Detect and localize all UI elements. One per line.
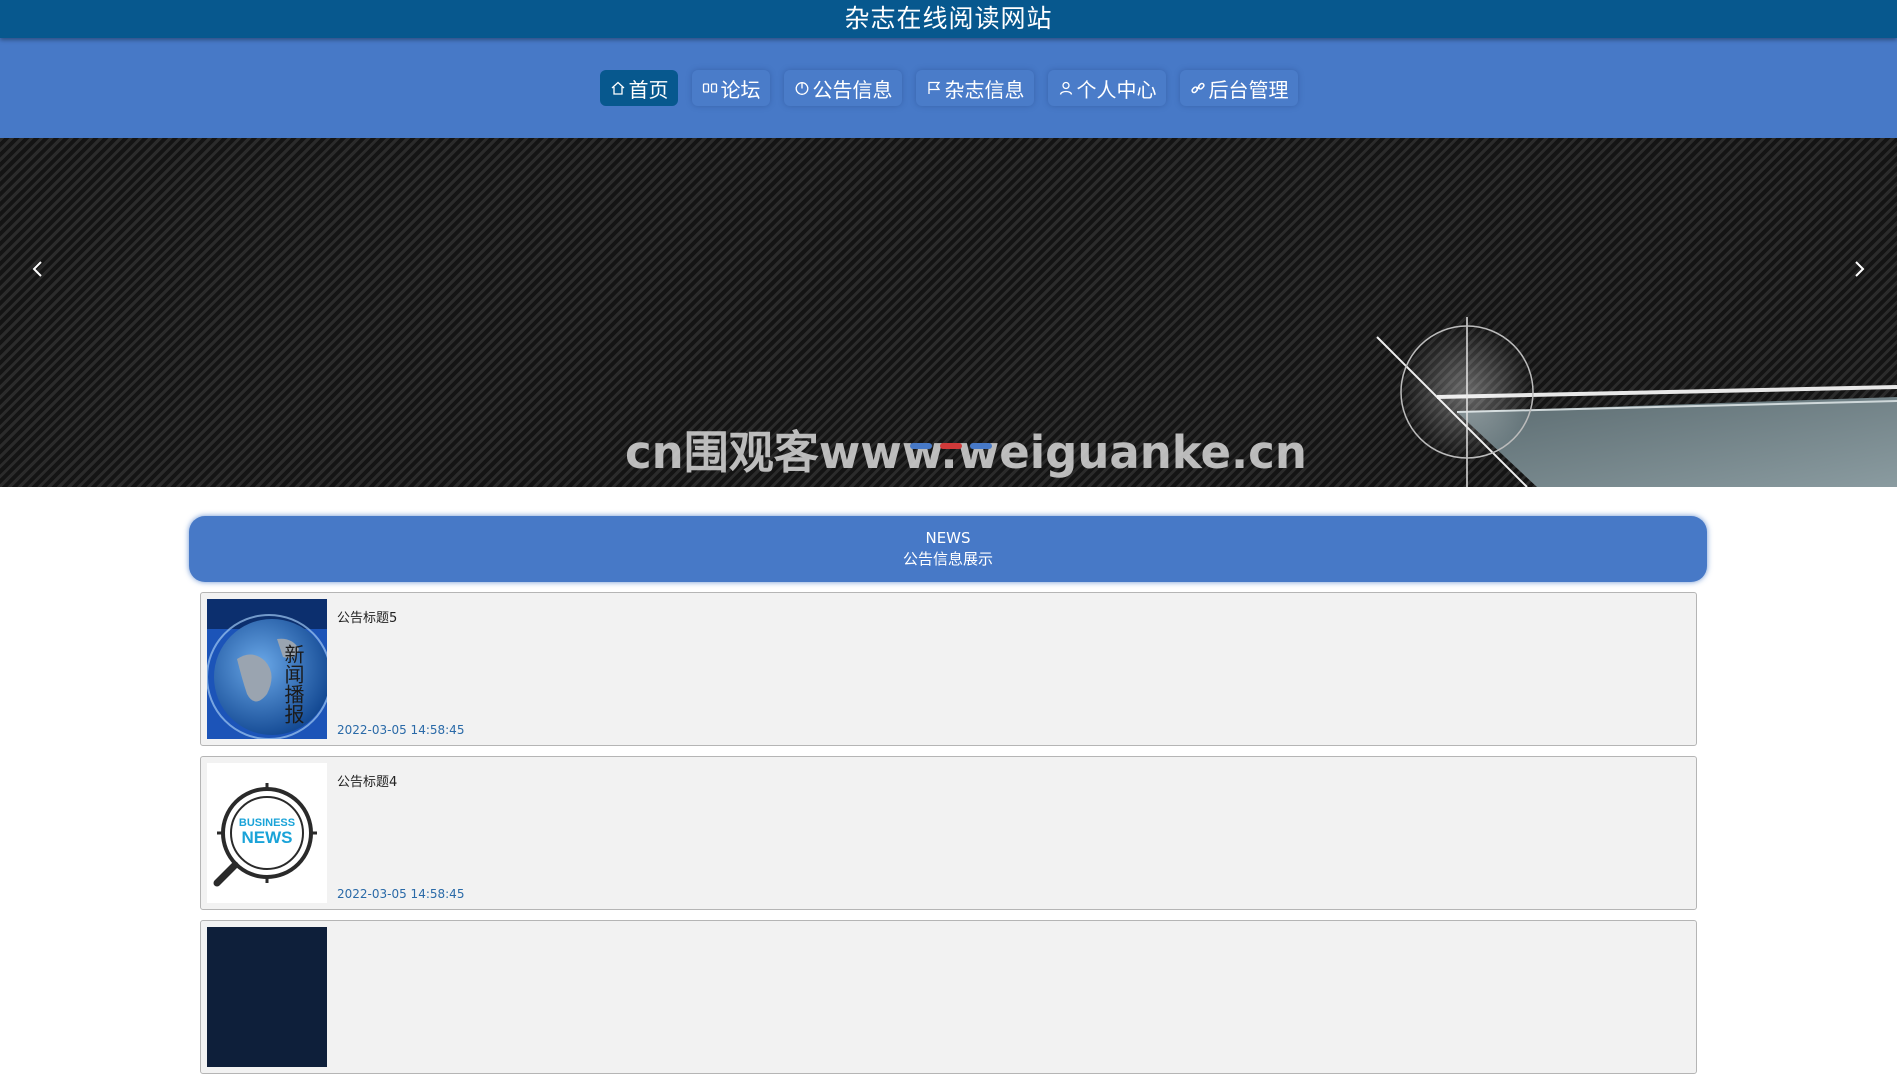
news-item-title[interactable]: 公告标题4 — [337, 771, 397, 790]
carousel-next-button[interactable] — [1841, 251, 1877, 287]
nav-item-home[interactable]: 首页 — [599, 70, 678, 106]
nav-item-profile[interactable]: 个人中心 — [1047, 70, 1166, 106]
clock-icon — [793, 79, 811, 97]
nav-item-label: 杂志信息 — [944, 77, 1025, 102]
carousel-indicators — [910, 443, 992, 449]
news-item-title[interactable]: 公告标题5 — [337, 607, 397, 626]
news-thumbnail-business: BUSINESS NEWS — [207, 763, 327, 903]
news-list-item[interactable]: BUSINESS NEWS 公告标题4 2022-03-05 14:58:45 — [200, 756, 1697, 910]
nav-item-admin[interactable]: 后台管理 — [1179, 70, 1298, 106]
user-icon — [1057, 79, 1075, 97]
thumbnail-caption-bottom: NEWS — [242, 828, 293, 847]
news-heading-cn: 公告信息展示 — [902, 550, 993, 568]
nav-item-forum[interactable]: 论坛 — [691, 70, 770, 106]
news-thumbnail — [207, 927, 327, 1067]
home-icon — [609, 79, 627, 97]
nav-item-announcements[interactable]: 公告信息 — [783, 70, 902, 106]
nav-item-label: 首页 — [628, 77, 669, 102]
link-icon — [1189, 79, 1207, 97]
news-list: 新闻播报 公告标题5 2022-03-05 14:58:45 BUSINESS … — [200, 592, 1697, 1084]
carousel-dot[interactable] — [970, 443, 992, 449]
nav-item-label: 公告信息 — [812, 77, 893, 102]
main-nav: 首页 论坛 公告信息 杂志信息 个人中心 后台管理 — [0, 38, 1897, 138]
nav-item-label: 论坛 — [720, 77, 761, 102]
news-list-item-partial[interactable] — [200, 920, 1697, 1074]
banner-light-decoration — [1376, 317, 1897, 487]
site-title-bar: 杂志在线阅读网站 — [0, 0, 1897, 38]
news-thumbnail-globe: 新闻播报 — [207, 599, 327, 739]
nav-item-magazines[interactable]: 杂志信息 — [915, 70, 1034, 106]
news-item-time: 2022-03-05 14:58:45 — [337, 723, 465, 737]
nav-item-label: 个人中心 — [1076, 77, 1157, 102]
banner-carousel[interactable]: cn围观客www.weiguanke.cn — [0, 138, 1897, 487]
nav-item-label: 后台管理 — [1208, 77, 1289, 102]
carousel-dot-active[interactable] — [940, 443, 962, 449]
site-title: 杂志在线阅读网站 — [844, 4, 1053, 33]
chevron-right-icon — [1855, 261, 1865, 277]
chevron-left-icon — [32, 261, 42, 277]
thumbnail-caption: 新闻播报 — [281, 644, 305, 724]
carousel-prev-button[interactable] — [20, 251, 56, 287]
news-heading-en: NEWS — [925, 529, 971, 547]
news-section-header: NEWS 公告信息展示 — [189, 516, 1707, 582]
forum-icon — [701, 79, 719, 97]
flag-icon — [925, 79, 943, 97]
news-item-time: 2022-03-05 14:58:45 — [337, 887, 465, 901]
carousel-dot[interactable] — [910, 443, 932, 449]
news-list-item[interactable]: 新闻播报 公告标题5 2022-03-05 14:58:45 — [200, 592, 1697, 746]
